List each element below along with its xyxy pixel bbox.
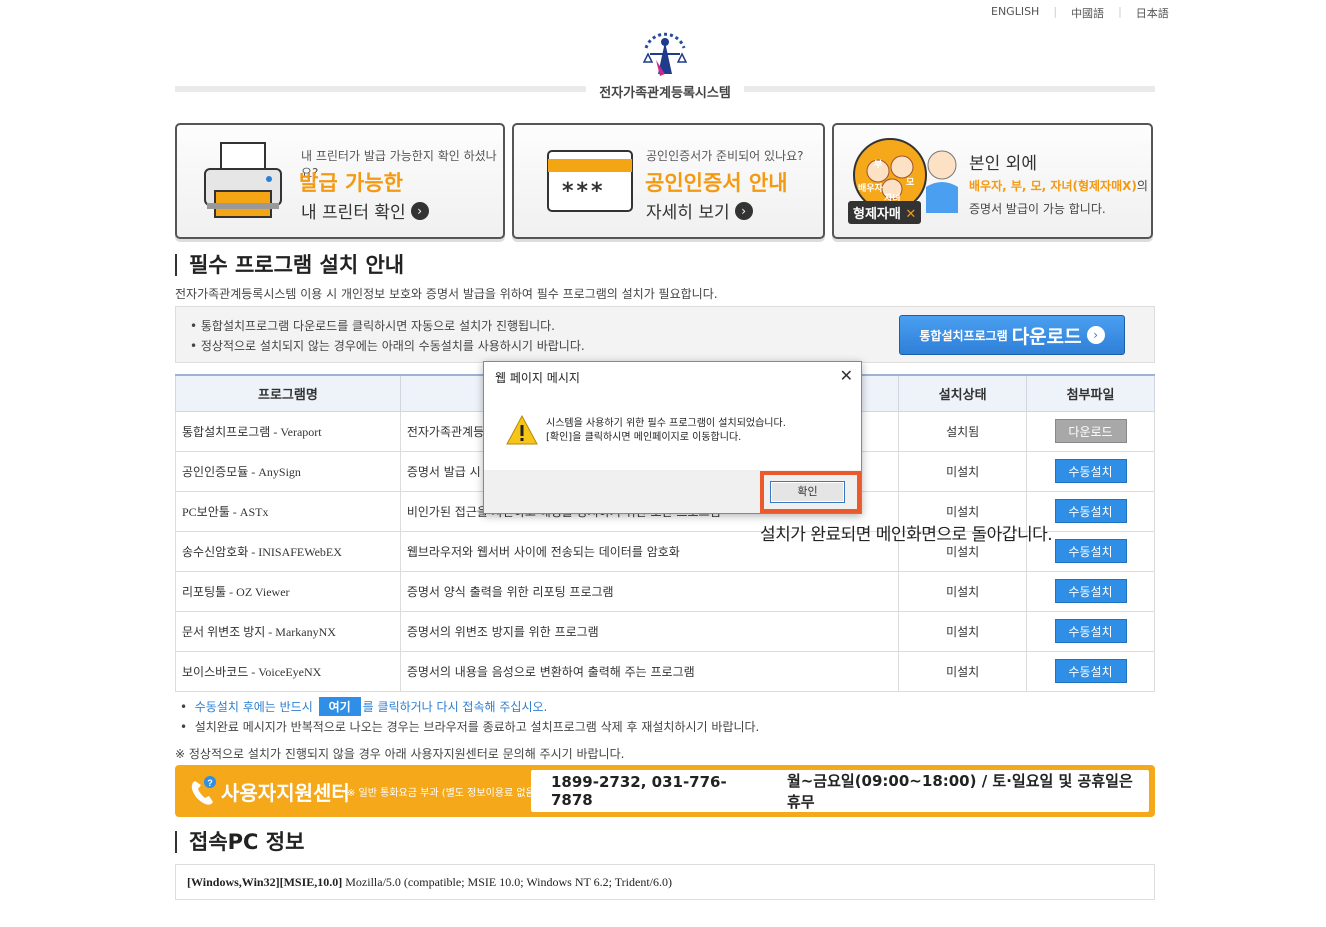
install-status: 미설치	[898, 610, 1028, 652]
program-name: 통합설치프로그램 - Veraport	[175, 410, 401, 452]
manual-install-button[interactable]: 수동설치	[1054, 539, 1127, 563]
install-section-heading: 필수 프로그램 설치 안내	[175, 254, 404, 276]
program-name: PC보안툴 - ASTx	[175, 490, 401, 532]
certificate-guide-card[interactable]: *** 공인인증서가 준비되어 있나요? 공인인증서 안내 자세히 보기 ›	[512, 123, 825, 239]
printer-headline: 발급 가능한	[299, 171, 403, 195]
family-line1: 본인 외에	[969, 154, 1037, 174]
x-icon: ✕	[900, 207, 917, 222]
download-installer-button[interactable]: 통합설치프로그램 다운로드 ›	[899, 315, 1125, 355]
family-line2: 배우자, 부, 모, 자녀(형제자매X)의	[969, 177, 1148, 194]
printer-check-card[interactable]: 내 프린터가 발급 가능한지 확인 하셨나요? 발급 가능한 내 프린터 확인 …	[175, 123, 505, 239]
sibling-badge: 형제자매 ✕	[848, 201, 922, 224]
install-status: 미설치	[898, 450, 1028, 492]
printer-sub-label: 내 프린터 확인	[301, 203, 406, 223]
manual-install-button[interactable]: 수동설치	[1054, 659, 1127, 683]
dialog-message-line1: 시스템을 사용하기 위한 필수 프로그램이 설치되었습니다.	[546, 418, 786, 429]
install-status: 설치됨	[898, 410, 1028, 452]
family-relations: 배우자, 부, 모, 자녀(형제자매X)	[969, 179, 1137, 193]
table-row: 리포팅툴 - OZ Viewer 증명서 양식 출력을 위한 리포팅 프로그램 …	[175, 570, 1155, 612]
bubble-spouse: 배우자	[858, 184, 883, 194]
program-name: 리포팅툴 - OZ Viewer	[175, 570, 401, 612]
lang-japanese-link[interactable]: 日本語	[1122, 5, 1183, 21]
overlay-caption: 설치가 완료되면 메인화면으로 돌아갑니다.	[760, 525, 1053, 545]
family-info-card: 부 모 배우자 자녀 형제자매 ✕ 본인 외에 배우자, 부, 모, 자녀(형제…	[832, 123, 1153, 239]
family-line2-rest: 의	[1136, 179, 1148, 193]
install-status: 미설치	[898, 650, 1028, 692]
bubble-father: 부	[874, 160, 883, 170]
download-button[interactable]: 다운로드	[1054, 419, 1127, 443]
language-links: ENGLISH | 中國語 | 日本語	[983, 5, 1183, 21]
col-header-program: 프로그램명	[175, 374, 401, 412]
program-desc: 증명서의 위변조 방지를 위한 프로그램	[399, 610, 900, 652]
notice-line: • 정상적으로 설치되지 않는 경우에는 아래의 수동설치를 사용하시기 바랍니…	[190, 339, 585, 353]
pc-info-heading: 접속PC 정보	[175, 831, 304, 853]
arrow-right-icon: ›	[734, 201, 753, 220]
person-icon	[926, 150, 958, 213]
dialog-message: 시스템을 사용하기 위한 필수 프로그램이 설치되었습니다. [확인]을 클릭하…	[546, 417, 786, 445]
install-section-desc: 전자가족관계등록시스템 이용 시 개인정보 보호와 증명서 발급을 위하여 필수…	[175, 287, 718, 301]
program-name: 보이스바코드 - VoiceEyeNX	[175, 650, 401, 692]
program-name: 송수신암호화 - INISAFEWebEX	[175, 530, 401, 572]
cert-headline: 공인인증서 안내	[645, 171, 788, 195]
support-note: ※ 일반 통화요금 부과 (별도 정보이용료 없음)	[347, 788, 539, 799]
install-status: 미설치	[898, 570, 1028, 612]
court-emblem-icon	[642, 32, 688, 76]
phone-icon: ?	[191, 776, 216, 805]
dialog-message-line2: [확인]을 클릭하시면 메인페이지로 이동합니다.	[546, 432, 742, 443]
site-title: 전자가족관계등록시스템	[586, 82, 744, 101]
footer-note-1: • 수동설치 후에는 반드시 여기 를 클릭하거나 다시 접속해 주십시오.	[180, 697, 547, 716]
col-header-file: 첨부파일	[1026, 374, 1155, 412]
arrow-right-icon: ›	[1086, 326, 1105, 344]
cert-sub: 자세히 보기 ›	[646, 198, 753, 223]
support-contact: 1899-2732, 031-776-7878 월~금요일(09:00~18:0…	[531, 770, 1149, 812]
warning-icon	[506, 414, 538, 445]
support-hours: 월~금요일(09:00~18:00) / 토·일요일 및 공휴일은 휴무	[786, 772, 1133, 811]
arrow-right-icon: ›	[410, 201, 429, 220]
svg-text:?: ?	[207, 778, 213, 788]
program-name: 문서 위변조 방지 - MarkanyNX	[175, 610, 401, 652]
col-header-status: 설치상태	[898, 374, 1028, 412]
support-phone: 1899-2732, 031-776-7878	[551, 773, 727, 809]
here-button[interactable]: 여기	[318, 697, 361, 716]
program-desc: 증명서의 내용을 음성으로 변환하여 출력해 주는 프로그램	[399, 650, 900, 692]
lang-chinese-link[interactable]: 中國語	[1057, 5, 1118, 21]
program-desc: 증명서 양식 출력을 위한 리포팅 프로그램	[399, 570, 900, 612]
lang-english-link[interactable]: ENGLISH	[983, 5, 1053, 21]
download-button-label: 다운로드	[1011, 325, 1082, 348]
close-icon[interactable]: ✕	[840, 366, 853, 385]
support-title: 사용자지원센터	[221, 781, 350, 805]
footer-note-1a: 수동설치 후에는 반드시	[194, 700, 317, 714]
footer-note-2-text: 설치완료 메시지가 반복적으로 나오는 경우는 브라우저를 종료하고 설치프로그…	[194, 720, 760, 734]
pc-info-box: [Windows,Win32][MSIE,10.0] Mozilla/5.0 (…	[175, 864, 1155, 900]
sibling-badge-label: 형제자매	[853, 207, 901, 222]
cert-sub-label: 자세히 보기	[646, 203, 730, 223]
notice-line: • 통합설치프로그램 다운로드를 클릭하시면 자동으로 설치가 진행됩니다.	[190, 319, 555, 333]
table-row: 보이스바코드 - VoiceEyeNX 증명서의 내용을 음성으로 변환하여 출…	[175, 650, 1155, 692]
manual-install-button[interactable]: 수동설치	[1054, 619, 1127, 643]
pc-info-useragent: Mozilla/5.0 (compatible; MSIE 10.0; Wind…	[342, 875, 672, 889]
footer-note-1b: 를 클릭하거나 다시 접속해 주십시오.	[362, 700, 548, 714]
pc-info-platform: [Windows,Win32][MSIE,10.0]	[187, 875, 343, 889]
download-button-small-label: 통합설치프로그램	[919, 328, 1008, 343]
manual-install-button[interactable]: 수동설치	[1054, 499, 1127, 523]
manual-install-button[interactable]: 수동설치	[1054, 579, 1127, 603]
family-line3: 증명서 발급이 가능 합니다.	[969, 202, 1106, 216]
support-center-banner: ? 사용자지원센터 ※ 일반 통화요금 부과 (별도 정보이용료 없음) 189…	[175, 765, 1155, 817]
table-row: 문서 위변조 방지 - MarkanyNX 증명서의 위변조 방지를 위한 프로…	[175, 610, 1155, 652]
printer-icon	[204, 142, 282, 218]
password-mask: ***	[562, 179, 606, 204]
program-name: 공인인증모듈 - AnySign	[175, 450, 401, 492]
bubble-mother: 모	[906, 178, 915, 188]
ok-button-highlight	[760, 471, 861, 513]
manual-install-button[interactable]: 수동설치	[1054, 459, 1127, 483]
printer-sub: 내 프린터 확인 ›	[301, 198, 429, 223]
dialog-title: 웹 페이지 메시지	[495, 371, 580, 385]
footer-note-3: ※ 정상적으로 설치가 진행되지 않을 경우 아래 사용자지원센터로 문의해 주…	[175, 747, 625, 761]
court-logo[interactable]	[638, 30, 692, 80]
cert-question: 공인인증서가 준비되어 있나요?	[646, 149, 804, 163]
footer-note-2: • 설치완료 메시지가 반복적으로 나오는 경우는 브라우저를 종료하고 설치프…	[180, 720, 760, 734]
